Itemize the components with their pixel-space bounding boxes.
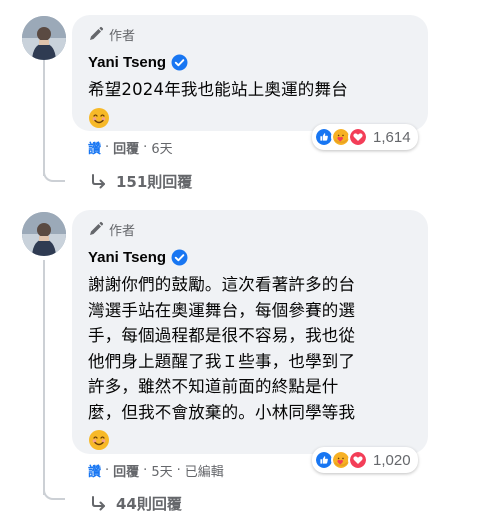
comment-text: 希望2024年我也能站上奧運的舞台 <box>88 77 414 129</box>
separator-dot: · <box>105 462 110 478</box>
comment-1: 作者 Yani Tseng 希望2024年我也能站上奧運的舞台 1,614 讚 … <box>0 0 481 200</box>
comment-text: 謝謝你們的鼓勵。這次看著許多的台 灣選手站在奧運舞台，每個參賽的選 手，每個過程… <box>88 272 414 451</box>
like-link[interactable]: 讚 <box>88 138 101 157</box>
reply-link[interactable]: 回覆 <box>113 138 139 157</box>
view-replies-button[interactable]: 44則回覆 <box>90 492 182 514</box>
reply-link[interactable]: 回覆 <box>113 461 139 480</box>
separator-dot: · <box>143 139 148 155</box>
author-name[interactable]: Yani Tseng <box>88 249 166 266</box>
edited-label[interactable]: 已編輯 <box>185 461 224 480</box>
thread-line <box>43 260 45 495</box>
reaction-summary[interactable]: 1,614 <box>312 124 418 150</box>
reaction-count[interactable]: 1,020 <box>373 452 411 469</box>
author-badge-label: 作者 <box>109 28 136 44</box>
reaction-summary[interactable]: 1,020 <box>312 447 418 473</box>
verified-check-icon <box>171 249 188 265</box>
verified-check-icon <box>171 54 188 70</box>
comment-bubble: 作者 Yani Tseng 希望2024年我也能站上奧運的舞台 <box>72 15 428 131</box>
pencil-icon <box>90 221 104 235</box>
thread-curve <box>43 486 65 500</box>
avatar[interactable] <box>22 16 66 60</box>
separator-dot: · <box>176 462 181 478</box>
comment-actions: 讚 · 回覆 · 6天 <box>88 138 173 157</box>
smiling-face-emoji <box>89 107 109 128</box>
reply-arrow-icon <box>92 174 105 189</box>
comment-bubble: 作者 Yani Tseng 謝謝你們的鼓勵。這次看著許多的台 灣選手站在奧運舞台… <box>72 210 428 454</box>
replies-label: 151則回覆 <box>116 172 193 191</box>
author-badge[interactable]: 作者 <box>88 24 414 44</box>
thread-curve <box>43 168 65 182</box>
love-reaction-icon <box>348 450 368 470</box>
comment-actions: 讚 · 回覆 · 5天 · 已編輯 <box>88 461 224 480</box>
view-replies-button[interactable]: 151則回覆 <box>90 170 192 192</box>
pencil-icon <box>90 26 104 40</box>
author-badge-label: 作者 <box>109 223 136 239</box>
thread-line <box>43 60 45 176</box>
love-reaction-icon <box>348 127 368 147</box>
comment-timestamp[interactable]: 5天 <box>151 461 172 480</box>
comment-timestamp[interactable]: 6天 <box>151 138 172 157</box>
reply-arrow-icon <box>92 496 105 511</box>
smiling-face-emoji <box>89 430 109 450</box>
like-link[interactable]: 讚 <box>88 461 101 480</box>
reaction-count[interactable]: 1,614 <box>373 129 411 146</box>
separator-dot: · <box>105 139 110 155</box>
avatar[interactable] <box>22 212 66 256</box>
replies-label: 44則回覆 <box>116 494 182 513</box>
comment-2: 作者 Yani Tseng 謝謝你們的鼓勵。這次看著許多的台 灣選手站在奧運舞台… <box>0 200 481 526</box>
author-badge[interactable]: 作者 <box>88 219 414 239</box>
separator-dot: · <box>143 462 148 478</box>
author-name[interactable]: Yani Tseng <box>88 54 166 71</box>
